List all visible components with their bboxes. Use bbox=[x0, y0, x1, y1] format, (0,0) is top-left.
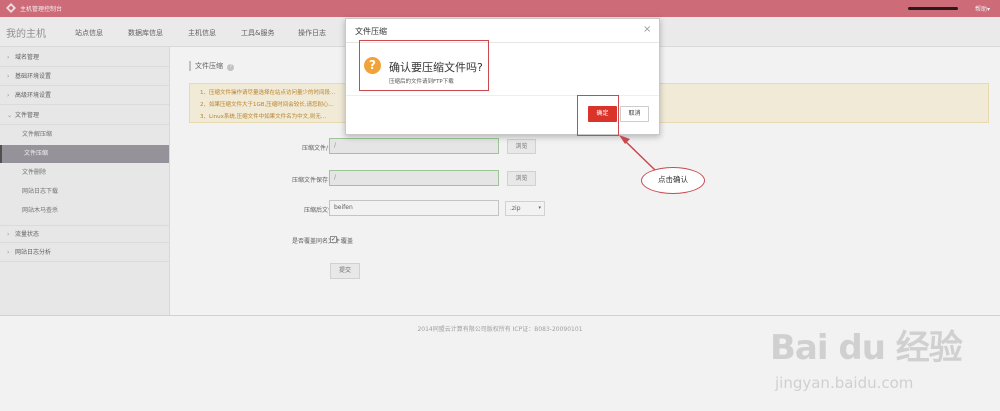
annotation-callout: 点击确认 bbox=[641, 167, 705, 194]
close-icon[interactable]: × bbox=[643, 24, 651, 35]
cancel-button[interactable]: 取消 bbox=[620, 106, 649, 122]
annotation-highlight-question bbox=[359, 40, 489, 91]
dialog-title: 文件压缩 bbox=[355, 27, 387, 36]
annotation-highlight-ok bbox=[577, 95, 619, 136]
